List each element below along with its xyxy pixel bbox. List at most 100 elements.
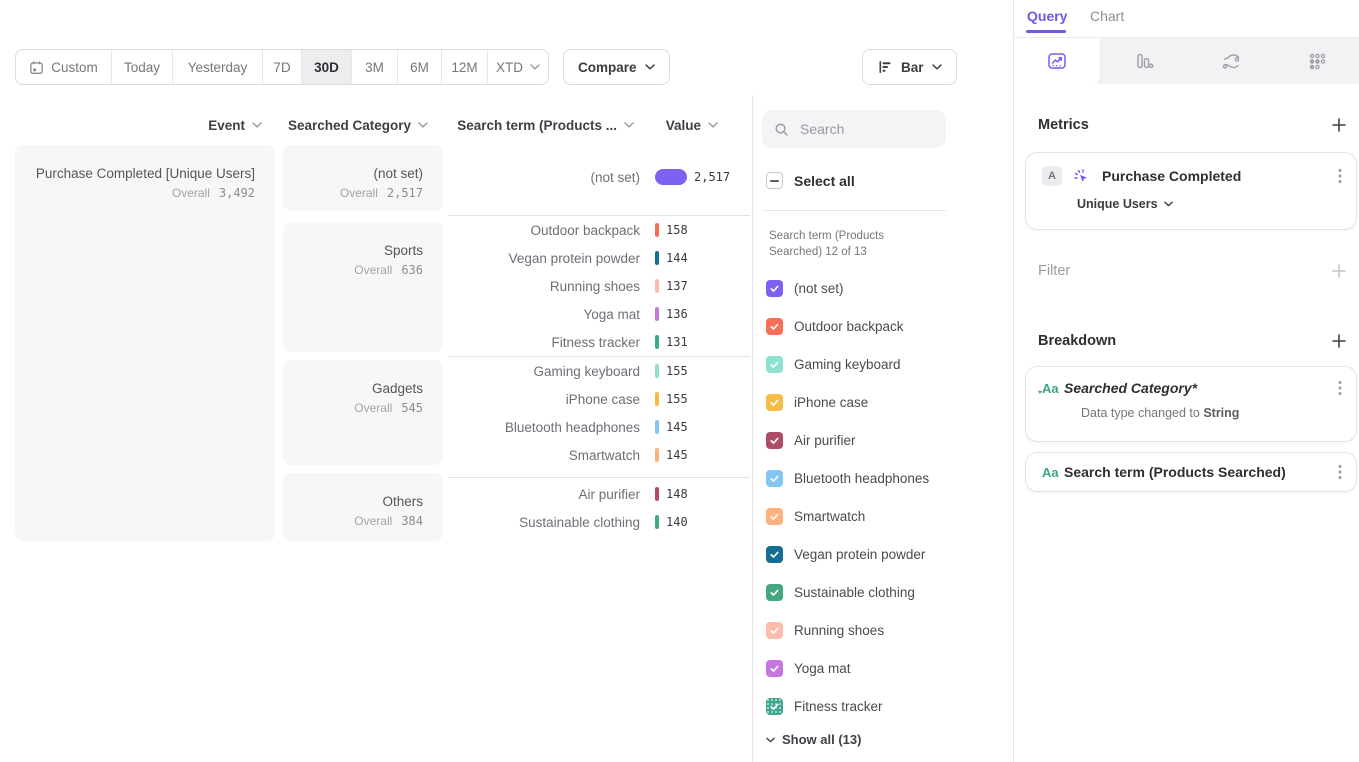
date-custom-button[interactable]: Custom [16,50,112,84]
show-all-button[interactable]: Show all (13) [766,732,861,747]
column-header-search-term[interactable]: Search term (Products ... [440,113,634,137]
breakdown-menu-button[interactable] [1338,380,1342,396]
string-type-icon: Aa* [1042,381,1064,396]
chevron-down-icon [624,122,634,128]
filter-item[interactable]: Gaming keyboard [766,345,901,383]
breakdown-property-name: Searched Category* [1064,380,1197,396]
date-xtd-button[interactable]: XTD [488,50,548,84]
table-row[interactable]: Sustainable clothing 140 [440,508,760,536]
chevron-down-icon [530,64,540,70]
table-row[interactable]: (not set) 2,517 [440,163,760,191]
checkbox-checked-icon [766,394,783,411]
breakdown-card[interactable]: Aa Search term (Products Searched) [1025,452,1357,492]
date-7d-button[interactable]: 7D [263,50,302,84]
checkbox-checked-icon [766,470,783,487]
filter-item[interactable]: Sustainable clothing [766,573,915,611]
category-cell[interactable]: Others Overall384 [283,473,443,541]
table-row[interactable]: Outdoor backpack 158 [440,216,760,244]
category-cell[interactable]: Sports Overall636 [283,222,443,352]
report-type-insights-tab[interactable] [1014,38,1101,84]
filter-item[interactable]: Air purifier [766,421,856,459]
value-bar [655,169,687,185]
filter-item[interactable]: Smartwatch [766,497,865,535]
retention-icon [1306,50,1328,72]
chart-type-button[interactable]: Bar [862,49,957,85]
report-type-retention-tab[interactable] [1274,38,1359,84]
search-box [762,110,946,148]
filter-item[interactable]: Running shoes [766,611,884,649]
checkbox-checked-icon [766,508,783,525]
filter-item[interactable]: (not set) [766,269,844,307]
category-cell[interactable]: (not set) Overall2,517 [283,145,443,211]
metric-menu-button[interactable] [1338,168,1342,184]
tab-chart[interactable]: Chart [1090,8,1124,24]
compare-button[interactable]: Compare [563,49,670,85]
event-name: Purchase Completed [Unique Users] [15,166,255,181]
table-row[interactable]: Bluetooth headphones 145 [440,413,760,441]
table-row[interactable]: Gaming keyboard 155 [440,357,760,385]
string-type-icon: Aa [1042,465,1064,480]
indeterminate-checkbox-icon [766,172,783,189]
filter-item[interactable]: Yoga mat [766,649,851,687]
search-icon [774,122,789,137]
data-type-note: Data type changed to String [1081,406,1356,420]
add-filter-button[interactable] [1332,264,1346,278]
filter-item[interactable]: Outdoor backpack [766,307,904,345]
table-row[interactable]: Vegan protein powder 144 [440,244,760,272]
measurement-dropdown[interactable]: Unique Users [1077,197,1356,211]
add-metric-button[interactable] [1332,118,1346,132]
search-input[interactable] [798,120,922,138]
chevron-down-icon [645,64,655,70]
value-bar [655,307,659,321]
date-6m-button[interactable]: 6M [398,50,442,84]
date-12m-button[interactable]: 12M [442,50,488,84]
report-type-strip [1014,38,1359,84]
select-all-checkbox[interactable]: Select all [766,172,855,189]
checkbox-checked-icon [766,698,783,715]
table-row[interactable]: Fitness tracker 131 [440,328,760,356]
table-row[interactable]: Air purifier 148 [440,480,760,508]
breakdown-title: Breakdown [1038,333,1116,349]
column-header-event[interactable]: Event [15,113,262,137]
value-bar [655,392,659,406]
column-header-value[interactable]: Value [655,113,718,137]
breakdown-card[interactable]: Aa* Searched Category* Data type changed… [1025,366,1357,442]
value-bar [655,223,659,237]
checkbox-checked-icon [766,432,783,449]
flows-icon [1220,50,1242,72]
breakdown-menu-button[interactable] [1338,464,1342,480]
event-cell[interactable]: Purchase Completed [Unique Users] Overal… [15,145,275,541]
category-cell[interactable]: Gadgets Overall545 [283,360,443,465]
add-breakdown-button[interactable] [1332,334,1346,348]
column-header-searched-category[interactable]: Searched Category [283,113,428,137]
date-today-button[interactable]: Today [112,50,173,84]
report-type-funnels-tab[interactable] [1101,38,1187,84]
checkbox-checked-icon [766,584,783,601]
analytics-app: Custom Today Yesterday 7D 30D 3M 6M 12M … [0,0,1359,762]
funnels-icon [1133,50,1155,72]
filter-divider [762,210,946,211]
overall-value: 3,492 [219,186,255,200]
filter-title: Filter [1038,263,1070,279]
bar-chart-icon [877,59,893,75]
filter-item[interactable]: Vegan protein powder [766,535,925,573]
tab-query[interactable]: Query [1027,8,1067,24]
date-yesterday-button[interactable]: Yesterday [173,50,263,84]
table-row[interactable]: Yoga mat 136 [440,300,760,328]
metrics-section-header: Metrics [1038,117,1346,133]
report-type-flows-tab[interactable] [1188,38,1274,84]
filter-section-header: Filter [1038,263,1346,279]
filter-item[interactable]: iPhone case [766,383,868,421]
checkbox-checked-icon [766,280,783,297]
metric-card[interactable]: A Purchase Completed Unique Users [1025,152,1357,230]
filter-item[interactable]: Bluetooth headphones [766,459,929,497]
table-row[interactable]: Running shoes 137 [440,272,760,300]
date-30d-button[interactable]: 30D [302,50,352,84]
calendar-icon [29,60,44,75]
table-row[interactable]: Smartwatch 145 [440,441,760,469]
value-bar [655,487,659,501]
filter-item[interactable]: Fitness tracker [766,687,883,725]
table-row[interactable]: iPhone case 155 [440,385,760,413]
checkbox-checked-icon [766,546,783,563]
date-3m-button[interactable]: 3M [352,50,398,84]
